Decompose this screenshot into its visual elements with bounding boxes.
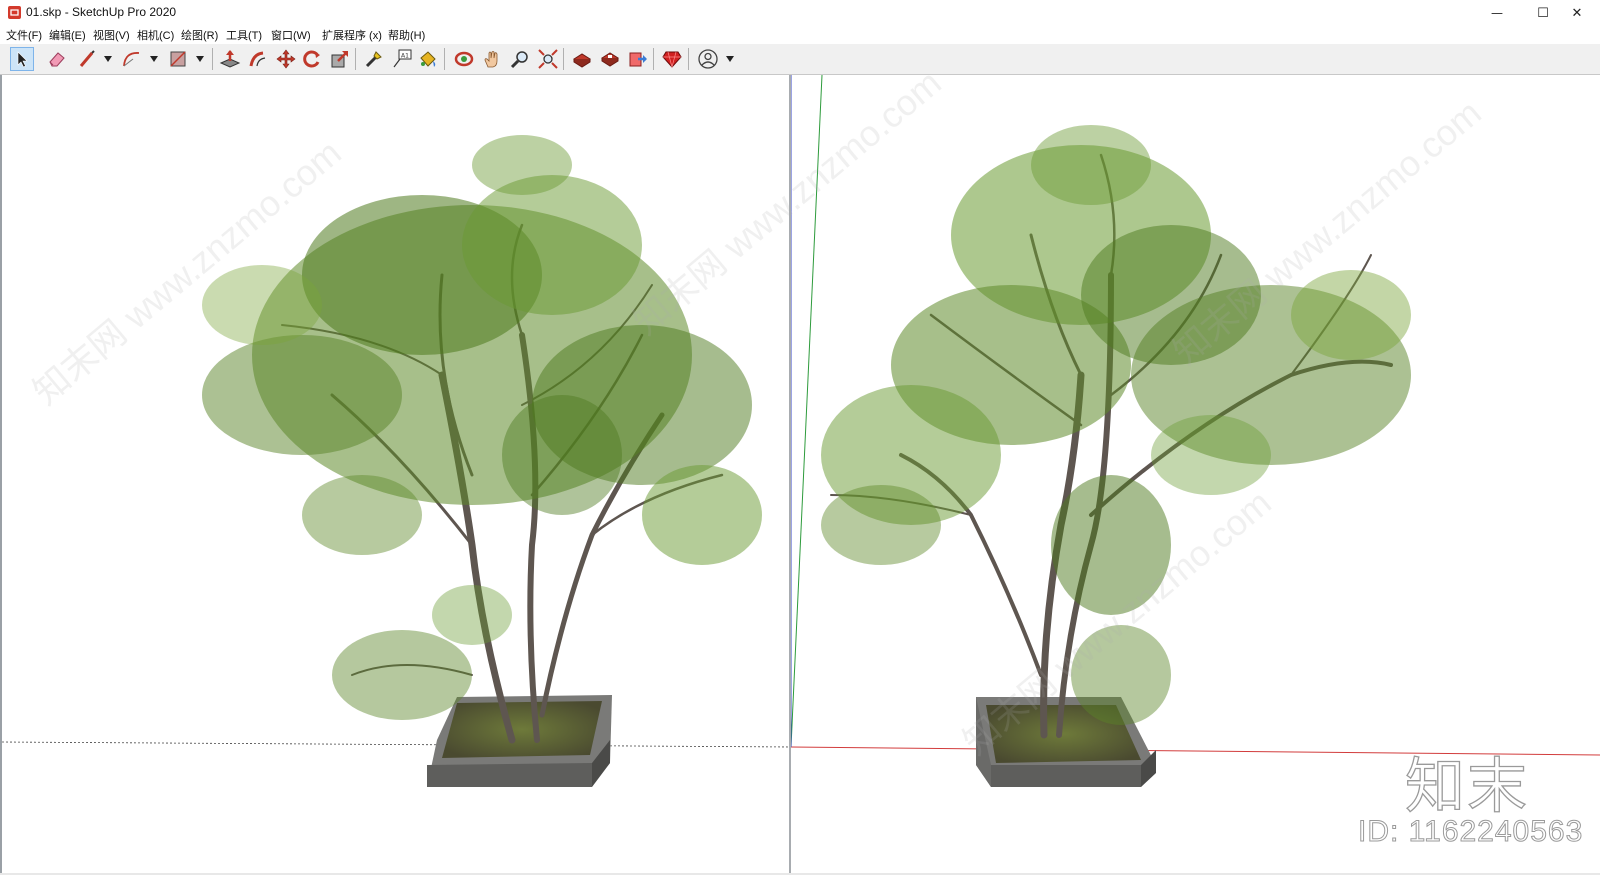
menu-extensions[interactable]: 扩展程序 (x) <box>322 27 382 43</box>
ruby-console-icon <box>662 51 682 69</box>
offset-tool-button[interactable] <box>246 47 270 71</box>
pan-tool-button[interactable] <box>480 47 504 71</box>
scale-tool-button[interactable] <box>328 47 352 71</box>
paint-bucket-tool-button[interactable] <box>416 47 440 71</box>
menu-edit[interactable]: 编辑(E) <box>49 27 86 43</box>
push-pull-tool-icon <box>219 50 241 68</box>
menu-draw[interactable]: 绘图(R) <box>181 27 218 43</box>
maximize-icon: ☐ <box>1537 5 1549 21</box>
minimize-icon: — <box>1491 6 1503 20</box>
move-tool-icon <box>276 49 296 69</box>
tree-foliage <box>202 135 762 720</box>
ruby-console-button[interactable] <box>660 47 684 71</box>
push-pull-tool-button[interactable] <box>218 47 242 71</box>
orbit-tool-icon <box>454 51 474 67</box>
rotate-tool-button[interactable] <box>300 47 324 71</box>
extension-warehouse-button[interactable] <box>598 47 622 71</box>
menu-tools[interactable]: 工具(T) <box>226 27 262 43</box>
close-button[interactable]: ✕ <box>1554 0 1600 26</box>
arc-tool-icon <box>123 52 140 67</box>
3d-warehouse-icon <box>573 53 591 68</box>
ground-axis-line <box>1 741 793 748</box>
modeling-viewport[interactable]: 知末网 www.znzmo.com 知末网 www.znzmo.com 知末网 … <box>0 75 1600 873</box>
zoom-tool-button[interactable] <box>508 47 532 71</box>
eraser-tool-button[interactable] <box>45 47 69 71</box>
menu-window[interactable]: 窗口(W) <box>271 27 311 43</box>
chevron-down-icon[interactable] <box>196 56 204 62</box>
zoom-extents-tool-button[interactable] <box>536 47 560 71</box>
select-tool-icon <box>17 51 28 68</box>
tape-measure-tool-icon <box>365 51 382 68</box>
window-title: 01.skp - SketchUp Pro 2020 <box>26 5 177 19</box>
offset-tool-icon <box>249 51 266 67</box>
rectangle-tool-button[interactable] <box>166 47 190 71</box>
toolbar-separator <box>444 48 445 70</box>
zoom-extents-tool-icon <box>538 49 558 69</box>
rectangle-tool-icon <box>170 51 186 67</box>
scale-tool-icon <box>331 51 348 68</box>
planter-box <box>427 695 612 787</box>
arc-tool-button[interactable] <box>120 47 144 71</box>
svg-text:A1: A1 <box>401 53 409 60</box>
toolbar-separator <box>653 48 654 70</box>
zoom-tool-icon <box>510 51 528 69</box>
extension-warehouse-icon <box>601 52 619 67</box>
account-button[interactable] <box>696 47 720 71</box>
select-tool-button[interactable] <box>10 47 34 71</box>
menu-file[interactable]: 文件(F) <box>6 27 42 43</box>
main-toolbar: A1 <box>0 44 1600 75</box>
tree-model-left <box>1 135 793 787</box>
account-icon <box>698 49 718 69</box>
send-to-layout-button[interactable] <box>626 47 650 71</box>
orbit-tool-button[interactable] <box>452 47 476 71</box>
id-watermark: ID: 1162240563 <box>1357 815 1584 849</box>
pan-tool-icon <box>484 51 498 68</box>
chevron-down-icon[interactable] <box>150 56 158 62</box>
3d-warehouse-button[interactable] <box>570 47 594 71</box>
tape-measure-tool-button[interactable] <box>362 47 386 71</box>
chevron-down-icon[interactable] <box>104 56 112 62</box>
close-icon: ✕ <box>1571 5 1583 21</box>
menu-bar: 文件(F) 编辑(E) 视图(V) 相机(C) 绘图(R) 工具(T) 窗口(W… <box>0 26 1600 44</box>
toolbar-separator <box>355 48 356 70</box>
viewport-left-pane[interactable] <box>0 75 793 873</box>
paint-bucket-tool-icon <box>420 51 436 67</box>
minimize-button[interactable]: — <box>1474 0 1520 26</box>
eraser-tool-icon <box>49 52 65 67</box>
menu-help[interactable]: 帮助(H) <box>388 27 425 43</box>
toolbar-separator <box>212 48 213 70</box>
rotate-tool-icon <box>303 50 320 68</box>
line-tool-button[interactable] <box>75 47 99 71</box>
menu-camera[interactable]: 相机(C) <box>137 27 174 43</box>
chevron-down-icon[interactable] <box>726 56 734 62</box>
text-tool-icon: A1 <box>393 49 412 68</box>
brand-watermark: 知末 <box>1404 751 1529 822</box>
text-tool-button[interactable]: A1 <box>390 47 414 71</box>
sketchup-logo-icon <box>8 6 21 19</box>
toolbar-separator <box>563 48 564 70</box>
menu-view[interactable]: 视图(V) <box>93 27 130 43</box>
toolbar-separator <box>688 48 689 70</box>
move-tool-button[interactable] <box>274 47 298 71</box>
title-bar: 01.skp - SketchUp Pro 2020 — ☐ ✕ <box>0 0 1600 26</box>
line-tool-icon <box>79 50 95 67</box>
send-to-layout-icon <box>629 52 647 67</box>
